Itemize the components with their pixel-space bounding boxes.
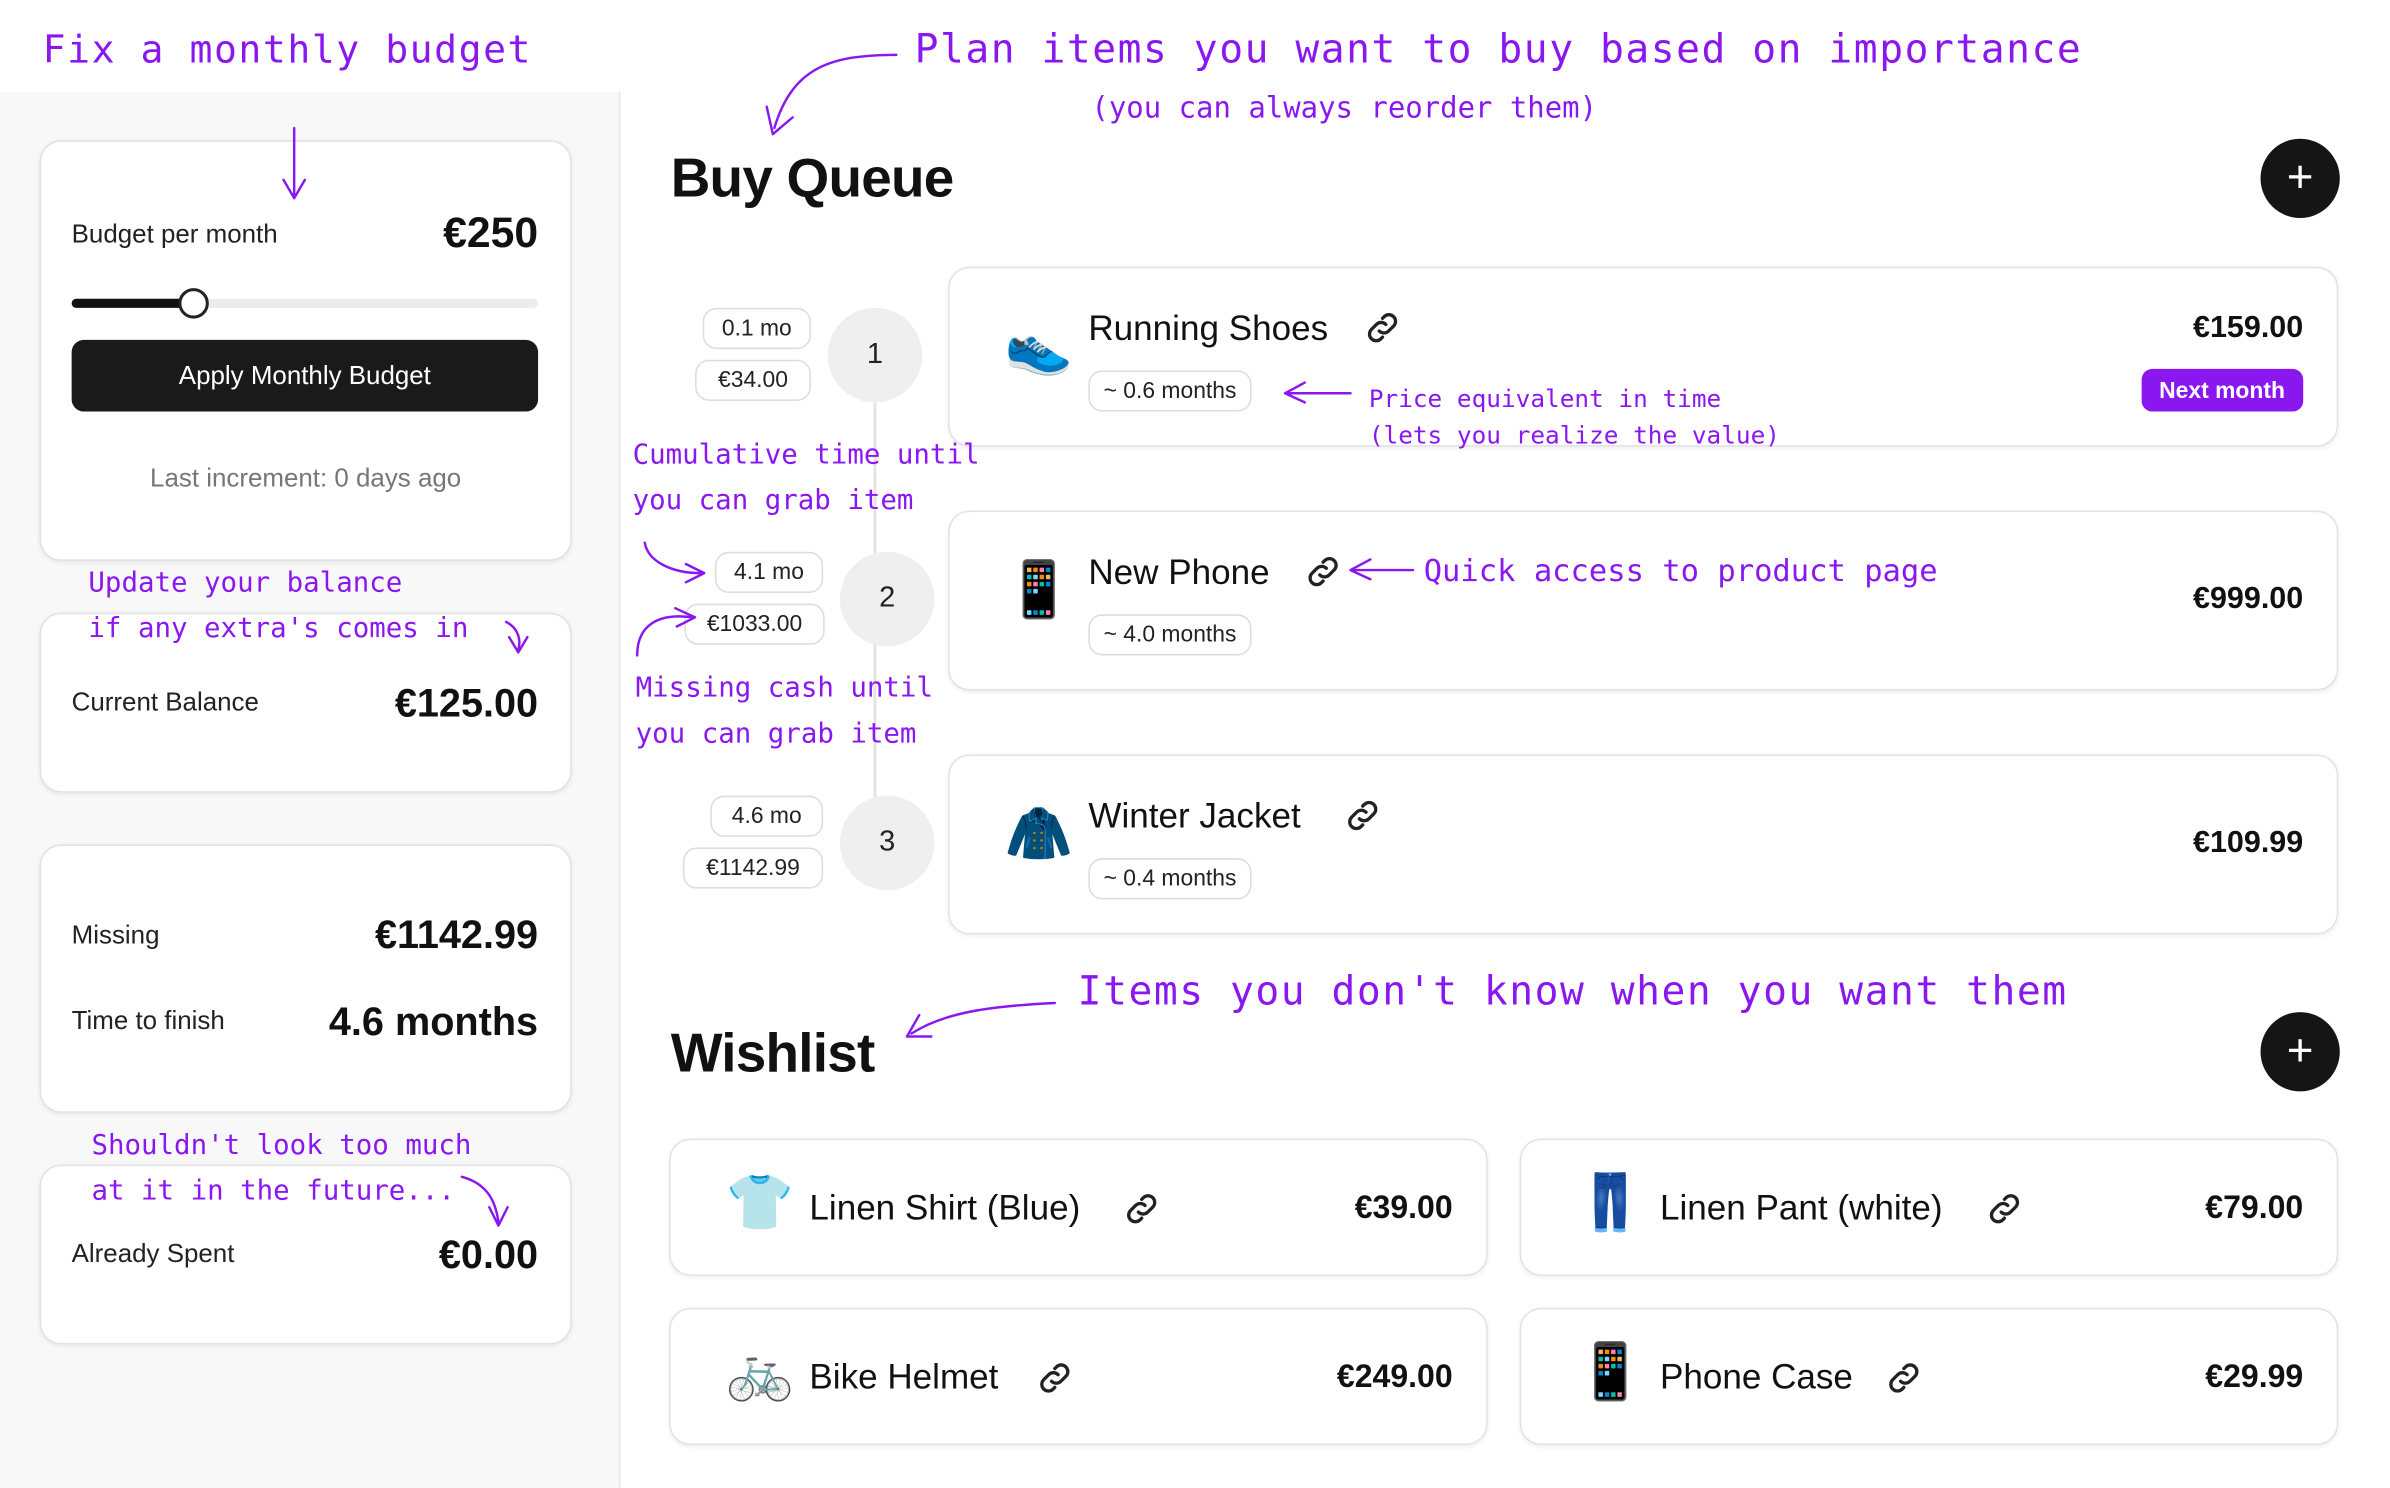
item-price: €29.99: [2205, 1359, 2304, 1395]
months-pill: ~ 4.0 months: [1088, 614, 1252, 656]
budget-slider[interactable]: [71, 288, 539, 319]
phone-icon: 📱: [1004, 559, 1073, 622]
item-price: €39.00: [1354, 1190, 1453, 1226]
annotation-spent-2: at it in the future...: [91, 1175, 455, 1208]
plus-icon: +: [2286, 1025, 2314, 1077]
spent-label: Already Spent: [71, 1239, 235, 1269]
link-icon[interactable]: [1035, 1358, 1075, 1398]
queue-item-winter-jacket[interactable]: 🧥 Winter Jacket ~ 0.4 months €109.99: [948, 754, 2339, 935]
queue-step-number: 2: [839, 551, 935, 647]
spent-value: €0.00: [438, 1231, 539, 1278]
annotation-quick-access: Quick access to product page: [1423, 551, 1938, 589]
item-name: Phone Case: [1659, 1356, 1853, 1397]
link-icon[interactable]: [1343, 796, 1383, 836]
annotation-cumulative-2: you can grab item: [632, 484, 914, 517]
item-price: €159.00: [2193, 310, 2304, 345]
missing-label: Missing: [71, 920, 160, 950]
item-price: €999.00: [2193, 582, 2304, 616]
item-price: €79.00: [2205, 1190, 2304, 1226]
missing-cash-pill: €1142.99: [682, 847, 824, 889]
summary-card: [39, 844, 572, 1113]
annotation-spent-1: Shouldn't look too much: [91, 1129, 472, 1162]
budget-slider-fill: [71, 298, 193, 308]
link-icon[interactable]: [1122, 1189, 1162, 1229]
annotation-wishlist: Items you don't know when you want them: [1077, 969, 2068, 1016]
balance-label: Current Balance: [71, 687, 259, 717]
queue-add-button[interactable]: +: [2260, 138, 2340, 218]
item-name: Linen Shirt (Blue): [809, 1187, 1081, 1228]
item-name: Running Shoes: [1088, 307, 1329, 348]
link-icon[interactable]: [1985, 1189, 2025, 1229]
shoe-icon: 👟: [1004, 315, 1073, 379]
annotation-reorder: (you can always reorder them): [1091, 91, 1598, 125]
wishlist-item-phone-case[interactable]: 📱 Phone Case €29.99: [1519, 1307, 2339, 1446]
months-pill: ~ 0.6 months: [1088, 370, 1252, 412]
link-icon[interactable]: [1363, 308, 1403, 348]
annotation-balance-2: if any extra's comes in: [88, 612, 469, 645]
item-name: Linen Pant (white): [1659, 1187, 1943, 1228]
next-month-badge: Next month: [2140, 368, 2304, 412]
apply-budget-button[interactable]: Apply Monthly Budget: [71, 339, 539, 412]
annotation-cumulative-1: Cumulative time until: [632, 438, 980, 472]
annotation-missing-1: Missing cash until: [635, 672, 933, 705]
wishlist-add-button[interactable]: +: [2260, 1012, 2340, 1092]
missing-cash-pill: €1033.00: [684, 603, 825, 645]
wishlist-item-linen-pant[interactable]: 👖 Linen Pant (white) €79.00: [1519, 1138, 2339, 1276]
budget-value: €250: [443, 208, 539, 257]
annotation-budget: Fix a monthly budget: [42, 27, 533, 72]
missing-cash-pill: €34.00: [695, 359, 811, 401]
budget-label: Budget per month: [71, 219, 278, 249]
cumulative-time-pill: 4.6 mo: [710, 795, 824, 837]
annotation-missing-2: you can grab item: [635, 717, 917, 750]
item-name: Winter Jacket: [1088, 795, 1301, 836]
wishlist-title: Wishlist: [670, 1021, 876, 1084]
budget-slider-thumb[interactable]: [177, 288, 209, 319]
queue-item-new-phone[interactable]: 📱 New Phone ~ 4.0 months €999.00: [948, 510, 2339, 691]
queue-step-number: 3: [839, 795, 935, 891]
annotation-price-time-2: (lets you realize the value): [1368, 420, 1780, 450]
buy-queue-title: Buy Queue: [670, 146, 955, 209]
shirt-icon: 👕: [725, 1172, 794, 1235]
item-name: New Phone: [1088, 551, 1270, 592]
wishlist-item-bike-helmet[interactable]: 🚲 Bike Helmet €249.00: [669, 1307, 1488, 1446]
time-label: Time to finish: [71, 1006, 225, 1035]
queue-step-number: 1: [827, 307, 923, 403]
queue-item-running-shoes[interactable]: 👟 Running Shoes ~ 0.6 months €159.00 Nex…: [948, 266, 2339, 447]
annotation-plan: Plan items you want to buy based on impo…: [914, 27, 2083, 74]
bicycle-icon: 🚲: [725, 1341, 794, 1404]
balance-value[interactable]: €125.00: [395, 680, 538, 727]
missing-value: €1142.99: [374, 911, 539, 958]
cumulative-time-pill: 0.1 mo: [702, 307, 811, 350]
coat-icon: 🧥: [1004, 803, 1073, 866]
link-icon[interactable]: [1884, 1358, 1924, 1398]
item-price: €109.99: [2193, 826, 2304, 860]
months-pill: ~ 0.4 months: [1088, 858, 1252, 900]
wishlist-item-linen-shirt[interactable]: 👕 Linen Shirt (Blue) €39.00: [669, 1138, 1488, 1276]
item-price: €249.00: [1336, 1359, 1453, 1395]
phone-icon: 📱: [1576, 1341, 1645, 1404]
item-name: Bike Helmet: [809, 1356, 999, 1397]
pants-icon: 👖: [1576, 1172, 1645, 1235]
last-increment-text: Last increment: 0 days ago: [150, 463, 462, 493]
time-value: 4.6 months: [328, 998, 539, 1045]
cumulative-time-pill: 4.1 mo: [714, 551, 824, 593]
plus-icon: +: [2286, 152, 2314, 203]
annotation-price-time-1: Price equivalent in time: [1368, 384, 1722, 414]
link-icon[interactable]: [1303, 552, 1343, 592]
annotation-balance-1: Update your balance: [88, 567, 403, 600]
